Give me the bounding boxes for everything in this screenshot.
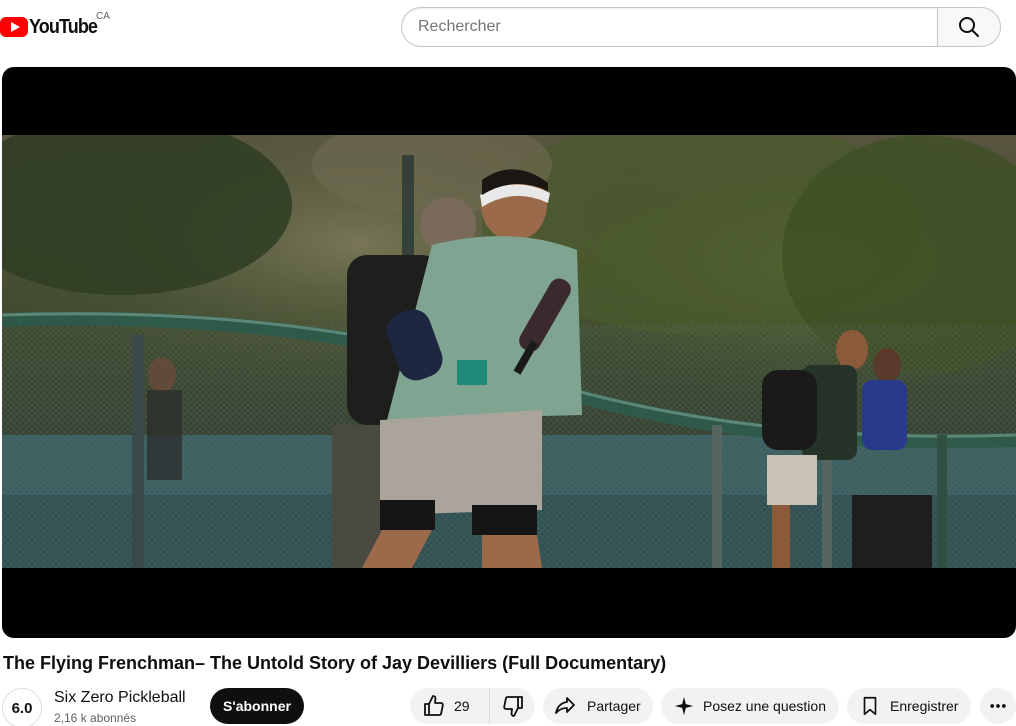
bookmark-icon bbox=[859, 695, 881, 717]
channel-avatar[interactable]: 6.0 bbox=[2, 688, 42, 726]
more-icon bbox=[988, 696, 1008, 716]
video-title: The Flying Frenchman– The Untold Story o… bbox=[3, 653, 667, 673]
share-label: Partager bbox=[587, 698, 641, 714]
share-icon bbox=[553, 694, 577, 718]
more-actions-button[interactable] bbox=[980, 688, 1016, 724]
like-dislike-group: 29 bbox=[410, 688, 535, 724]
thumbs-up-icon bbox=[422, 694, 446, 718]
save-button[interactable]: Enregistrer bbox=[847, 688, 971, 724]
youtube-logo[interactable]: YouTube bbox=[0, 14, 105, 40]
logo-text: YouTube bbox=[29, 15, 98, 38]
subscribe-button[interactable]: S'abonner bbox=[210, 688, 304, 724]
sparkle-icon bbox=[673, 695, 695, 717]
like-count: 29 bbox=[454, 698, 470, 714]
ask-question-button[interactable]: Posez une question bbox=[661, 688, 839, 724]
share-button[interactable]: Partager bbox=[543, 688, 653, 724]
video-frame bbox=[2, 135, 1016, 568]
save-label: Enregistrer bbox=[890, 698, 959, 714]
dislike-button[interactable] bbox=[490, 688, 535, 724]
ask-question-label: Posez une question bbox=[703, 698, 826, 714]
search-icon bbox=[959, 17, 979, 37]
search-bar bbox=[401, 7, 1001, 47]
like-button[interactable]: 29 bbox=[410, 688, 490, 724]
subscriber-count: 2,16 k abonnés bbox=[54, 711, 137, 725]
channel-name[interactable]: Six Zero Pickleball bbox=[54, 689, 186, 707]
video-thumbnail-image bbox=[2, 135, 1016, 568]
search-input[interactable] bbox=[401, 7, 937, 47]
youtube-logo-icon bbox=[0, 17, 28, 37]
video-player[interactable] bbox=[2, 67, 1016, 638]
thumbs-down-icon bbox=[501, 694, 525, 718]
region-code: CA bbox=[96, 11, 110, 22]
search-button[interactable] bbox=[937, 7, 1001, 47]
